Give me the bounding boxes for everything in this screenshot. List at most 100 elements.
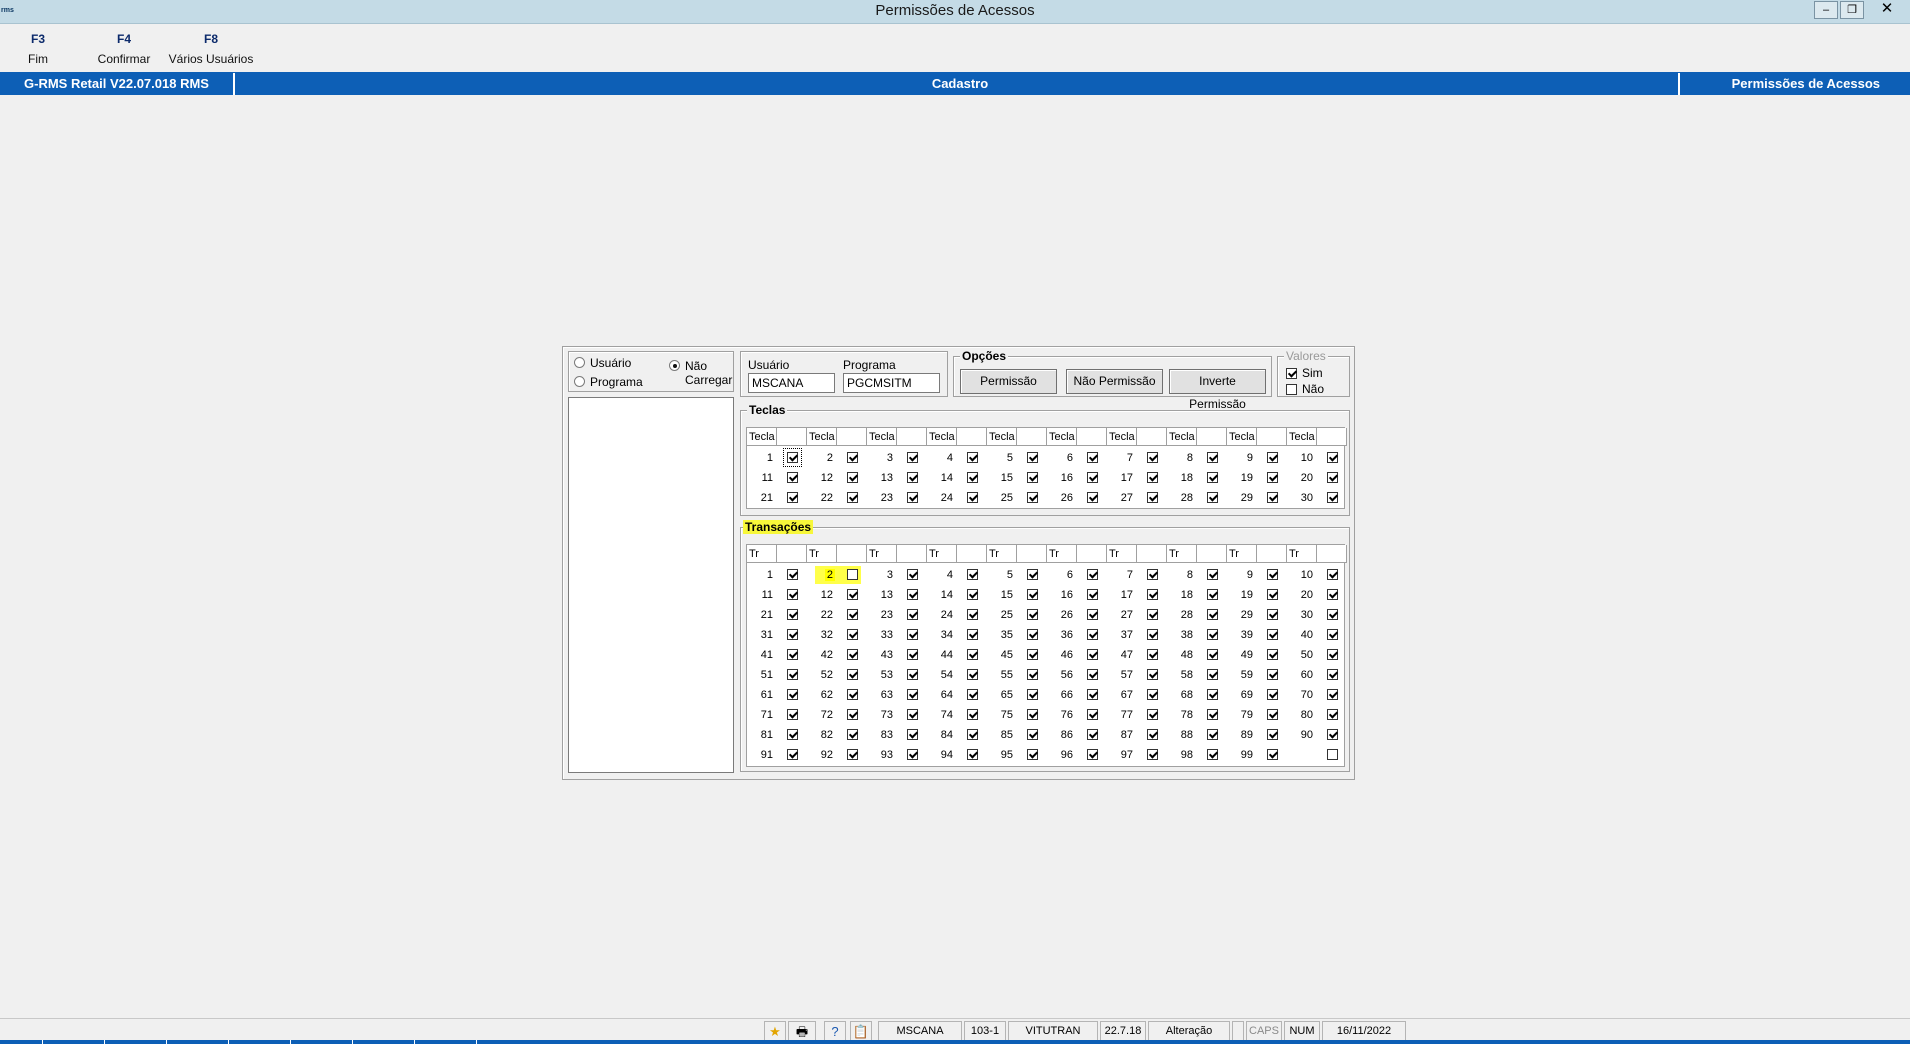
usuario-field[interactable]: MSCANA	[748, 373, 835, 393]
transacao-permission-checkbox[interactable]	[1267, 649, 1278, 660]
transacao-permission-checkbox[interactable]	[847, 649, 858, 660]
transacao-permission-checkbox[interactable]	[1027, 609, 1038, 620]
transacao-permission-checkbox[interactable]	[1327, 749, 1338, 760]
favorite-star-icon[interactable]: ★	[764, 1021, 786, 1042]
transacao-permission-checkbox[interactable]	[1207, 709, 1218, 720]
transacao-permission-checkbox[interactable]	[1207, 589, 1218, 600]
teclas-permission-checkbox[interactable]	[847, 452, 858, 463]
transacao-permission-checkbox[interactable]	[787, 729, 798, 740]
transacao-permission-checkbox[interactable]	[1207, 749, 1218, 760]
transacao-permission-checkbox[interactable]	[907, 709, 918, 720]
transacao-permission-checkbox[interactable]	[1147, 609, 1158, 620]
teclas-permission-checkbox[interactable]	[1207, 452, 1218, 463]
transacao-permission-checkbox[interactable]	[1267, 569, 1278, 580]
teclas-permission-checkbox[interactable]	[1327, 472, 1338, 483]
transacao-permission-checkbox[interactable]	[787, 569, 798, 580]
transacao-permission-checkbox[interactable]	[847, 569, 858, 580]
transacao-permission-checkbox[interactable]	[1147, 689, 1158, 700]
minimize-button[interactable]: –	[1814, 1, 1838, 19]
clipboard-icon[interactable]: 📋	[850, 1021, 872, 1042]
transacao-permission-checkbox[interactable]	[1267, 749, 1278, 760]
transacao-permission-checkbox[interactable]	[1267, 729, 1278, 740]
teclas-permission-checkbox[interactable]	[907, 452, 918, 463]
transacao-permission-checkbox[interactable]	[1327, 569, 1338, 580]
transacao-permission-checkbox[interactable]	[1027, 689, 1038, 700]
transacao-permission-checkbox[interactable]	[787, 669, 798, 680]
transacao-permission-checkbox[interactable]	[787, 749, 798, 760]
transacao-permission-checkbox[interactable]	[907, 589, 918, 600]
teclas-permission-checkbox[interactable]	[1147, 492, 1158, 503]
transacao-permission-checkbox[interactable]	[1027, 729, 1038, 740]
transacao-permission-checkbox[interactable]	[907, 629, 918, 640]
transacao-permission-checkbox[interactable]	[1327, 729, 1338, 740]
transacao-permission-checkbox[interactable]	[1147, 729, 1158, 740]
f4-confirmar-button[interactable]: F4 Confirmar	[94, 32, 154, 66]
transacao-permission-checkbox[interactable]	[1267, 629, 1278, 640]
transacao-permission-checkbox[interactable]	[1327, 669, 1338, 680]
close-button[interactable]: ✕	[1875, 1, 1899, 19]
teclas-permission-checkbox[interactable]	[907, 472, 918, 483]
teclas-permission-checkbox[interactable]	[1327, 452, 1338, 463]
transacao-permission-checkbox[interactable]	[1087, 709, 1098, 720]
teclas-permission-checkbox[interactable]	[967, 492, 978, 503]
transacao-permission-checkbox[interactable]	[1147, 589, 1158, 600]
transacao-permission-checkbox[interactable]	[967, 589, 978, 600]
teclas-permission-checkbox[interactable]	[1027, 452, 1038, 463]
transacao-permission-checkbox[interactable]	[1207, 609, 1218, 620]
radio-programa[interactable]: Programa	[574, 375, 643, 389]
transacao-permission-checkbox[interactable]	[1147, 649, 1158, 660]
teclas-permission-checkbox[interactable]	[967, 452, 978, 463]
transacao-permission-checkbox[interactable]	[787, 589, 798, 600]
print-preview-icon[interactable]: 🖶	[788, 1021, 816, 1042]
transacao-permission-checkbox[interactable]	[967, 749, 978, 760]
teclas-permission-checkbox[interactable]	[787, 472, 798, 483]
teclas-permission-checkbox[interactable]	[847, 492, 858, 503]
teclas-permission-checkbox[interactable]	[967, 472, 978, 483]
transacao-permission-checkbox[interactable]	[1207, 669, 1218, 680]
f3-fim-button[interactable]: F3 Fim	[25, 32, 51, 66]
teclas-permission-checkbox[interactable]	[1027, 492, 1038, 503]
radio-nao-carregar-dot[interactable]	[669, 360, 680, 371]
transacao-permission-checkbox[interactable]	[907, 609, 918, 620]
teclas-permission-checkbox[interactable]	[907, 492, 918, 503]
transacao-permission-checkbox[interactable]	[967, 609, 978, 620]
checkbox-sim[interactable]: Sim	[1286, 366, 1323, 380]
transacao-permission-checkbox[interactable]	[1327, 629, 1338, 640]
transacao-permission-checkbox[interactable]	[787, 649, 798, 660]
teclas-permission-checkbox[interactable]	[1087, 492, 1098, 503]
teclas-permission-checkbox[interactable]	[1267, 472, 1278, 483]
transacao-permission-checkbox[interactable]	[1027, 649, 1038, 660]
teclas-permission-checkbox[interactable]	[1267, 452, 1278, 463]
transacao-permission-checkbox[interactable]	[847, 749, 858, 760]
transacao-permission-checkbox[interactable]	[787, 629, 798, 640]
transacao-permission-checkbox[interactable]	[1327, 649, 1338, 660]
transacao-permission-checkbox[interactable]	[967, 689, 978, 700]
transacao-permission-checkbox[interactable]	[1147, 749, 1158, 760]
transacao-permission-checkbox[interactable]	[1267, 669, 1278, 680]
transacao-permission-checkbox[interactable]	[967, 669, 978, 680]
transacao-permission-checkbox[interactable]	[967, 649, 978, 660]
transacao-permission-checkbox[interactable]	[907, 569, 918, 580]
items-listbox[interactable]	[568, 397, 734, 773]
transacao-permission-checkbox[interactable]	[1207, 689, 1218, 700]
transacao-permission-checkbox[interactable]	[1087, 609, 1098, 620]
transacao-permission-checkbox[interactable]	[1267, 609, 1278, 620]
teclas-permission-checkbox[interactable]	[1087, 452, 1098, 463]
programa-field[interactable]: PGCMSITM	[843, 373, 940, 393]
transacao-permission-checkbox[interactable]	[847, 609, 858, 620]
teclas-permission-checkbox[interactable]	[1207, 472, 1218, 483]
transacao-permission-checkbox[interactable]	[1327, 589, 1338, 600]
teclas-permission-checkbox[interactable]	[847, 472, 858, 483]
transacao-permission-checkbox[interactable]	[1027, 589, 1038, 600]
teclas-permission-checkbox[interactable]	[1267, 492, 1278, 503]
transacao-permission-checkbox[interactable]	[847, 629, 858, 640]
transacao-permission-checkbox[interactable]	[1087, 749, 1098, 760]
transacao-permission-checkbox[interactable]	[1327, 689, 1338, 700]
transacao-permission-checkbox[interactable]	[847, 669, 858, 680]
transacao-permission-checkbox[interactable]	[907, 729, 918, 740]
teclas-permission-checkbox[interactable]	[787, 492, 798, 503]
teclas-permission-checkbox[interactable]	[1027, 472, 1038, 483]
teclas-permission-checkbox[interactable]	[1087, 472, 1098, 483]
radio-programa-dot[interactable]	[574, 376, 585, 387]
teclas-permission-checkbox[interactable]	[1147, 452, 1158, 463]
